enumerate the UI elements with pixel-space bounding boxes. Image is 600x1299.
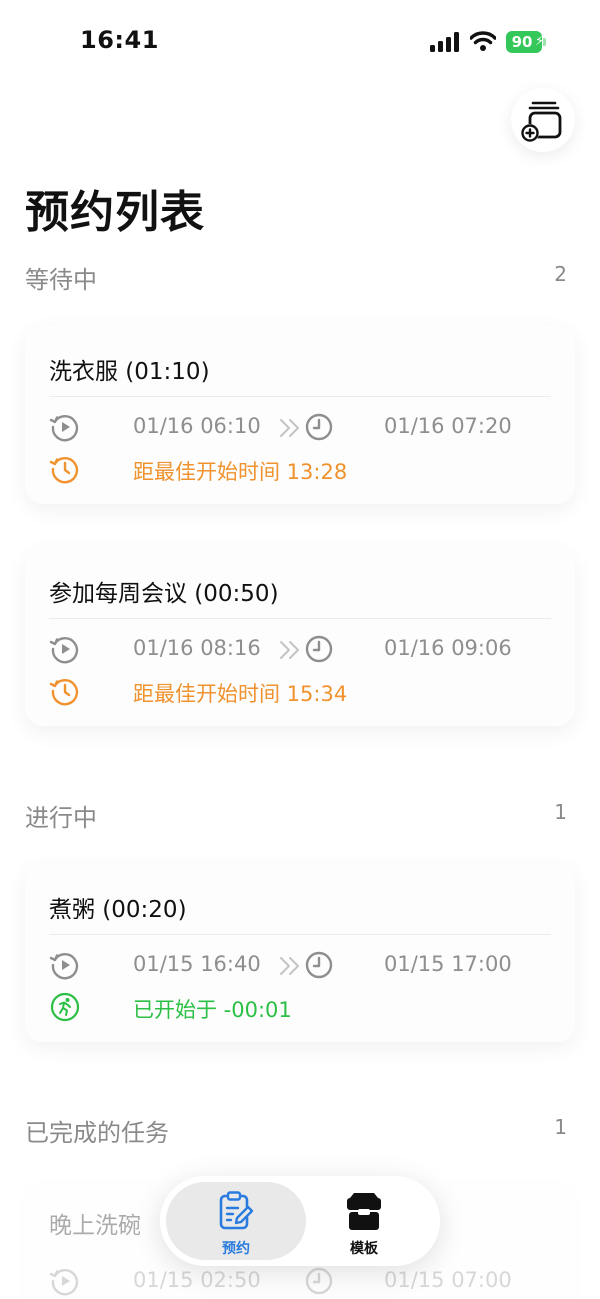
section-count: 1 — [554, 1115, 567, 1139]
task-title: 晚上洗碗 — [49, 1213, 141, 1239]
task-card[interactable]: 参加每周会议 (00:50) 01/16 08:16 01/16 09:06 距… — [25, 548, 575, 726]
tab-label: 模板 — [350, 1241, 378, 1257]
battery-level: 90 — [511, 33, 533, 51]
tab-label: 预约 — [222, 1241, 250, 1257]
clock-icon — [305, 1267, 333, 1295]
tab-bar: 预约 模板 — [160, 1176, 440, 1266]
section-title: 已完成的任务 — [25, 1119, 169, 1147]
clock-play-icon — [49, 415, 79, 442]
page-title: 预约列表 — [25, 187, 205, 238]
archive-box-icon — [347, 1193, 381, 1230]
time-range-row: 01/16 06:10 01/16 07:20 — [49, 410, 559, 444]
task-card[interactable]: 煮粥 (00:20) 01/15 16:40 01/15 17:00 已开始于 … — [25, 864, 575, 1042]
section-count: 1 — [554, 800, 567, 824]
clock-play-icon — [49, 637, 79, 664]
add-from-template-button[interactable] — [511, 88, 575, 152]
time-range-row: 01/16 08:16 01/16 09:06 — [49, 632, 559, 666]
task-status: 已开始于 -00:01 — [133, 998, 292, 1022]
section-header-completed: 已完成的任务 1 — [25, 1113, 567, 1147]
wifi-icon — [470, 31, 496, 51]
task-card[interactable]: 洗衣服 (01:10) 01/16 06:10 01/16 07:20 距最佳开… — [25, 326, 575, 504]
task-status-row: 距最佳开始时间 13:28 — [49, 452, 559, 486]
task-title: 参加每周会议 (00:50) — [49, 581, 279, 607]
clock-play-icon — [49, 953, 79, 980]
countdown-clock-icon — [49, 457, 79, 484]
double-chevron-right-icon — [280, 419, 299, 437]
end-time: 01/16 07:20 — [384, 414, 512, 438]
battery-cap — [543, 38, 546, 46]
start-time: 01/16 06:10 — [133, 414, 261, 438]
task-status-row: 已开始于 -00:01 — [49, 990, 559, 1024]
divider — [49, 396, 551, 397]
task-title: 洗衣服 (01:10) — [49, 359, 210, 385]
start-time: 01/16 08:16 — [133, 636, 261, 660]
start-time: 01/15 16:40 — [133, 952, 261, 976]
status-bar: 16:41 90 ⚡ — [0, 0, 600, 86]
end-time: 01/15 07:00 — [384, 1268, 512, 1292]
clock-play-icon — [49, 1269, 79, 1296]
cellular-signal-icon — [430, 32, 459, 52]
section-title: 进行中 — [25, 804, 97, 832]
task-status: 距最佳开始时间 15:34 — [133, 682, 348, 706]
divider — [49, 934, 551, 935]
section-header-in-progress: 进行中 1 — [25, 798, 567, 832]
section-header-waiting: 等待中 2 — [25, 260, 567, 294]
countdown-clock-icon — [49, 679, 79, 706]
section-count: 2 — [554, 262, 567, 286]
clock-icon — [305, 413, 333, 441]
time-range-row: 01/15 16:40 01/15 17:00 — [49, 948, 559, 982]
clipboard-edit-icon — [219, 1191, 254, 1230]
time-range-row: 01/15 02:50 01/15 07:00 — [49, 1264, 559, 1298]
double-chevron-right-icon — [280, 957, 299, 975]
stack-add-icon — [521, 101, 562, 142]
status-time: 16:41 — [80, 26, 159, 54]
clock-icon — [305, 635, 333, 663]
tab-reservations[interactable]: 预约 — [166, 1182, 306, 1260]
task-status-row: 距最佳开始时间 15:34 — [49, 674, 559, 708]
task-status: 距最佳开始时间 13:28 — [133, 460, 348, 484]
section-title: 等待中 — [25, 266, 97, 294]
battery-indicator: 90 ⚡ — [506, 31, 546, 53]
end-time: 01/15 17:00 — [384, 952, 512, 976]
task-title: 煮粥 (00:20) — [49, 897, 187, 923]
tab-templates[interactable]: 模板 — [294, 1182, 434, 1260]
running-person-icon — [50, 992, 80, 1022]
end-time: 01/16 09:06 — [384, 636, 512, 660]
clock-icon — [305, 951, 333, 979]
double-chevron-right-icon — [280, 641, 299, 659]
start-time: 01/15 02:50 — [133, 1268, 261, 1292]
divider — [49, 618, 551, 619]
